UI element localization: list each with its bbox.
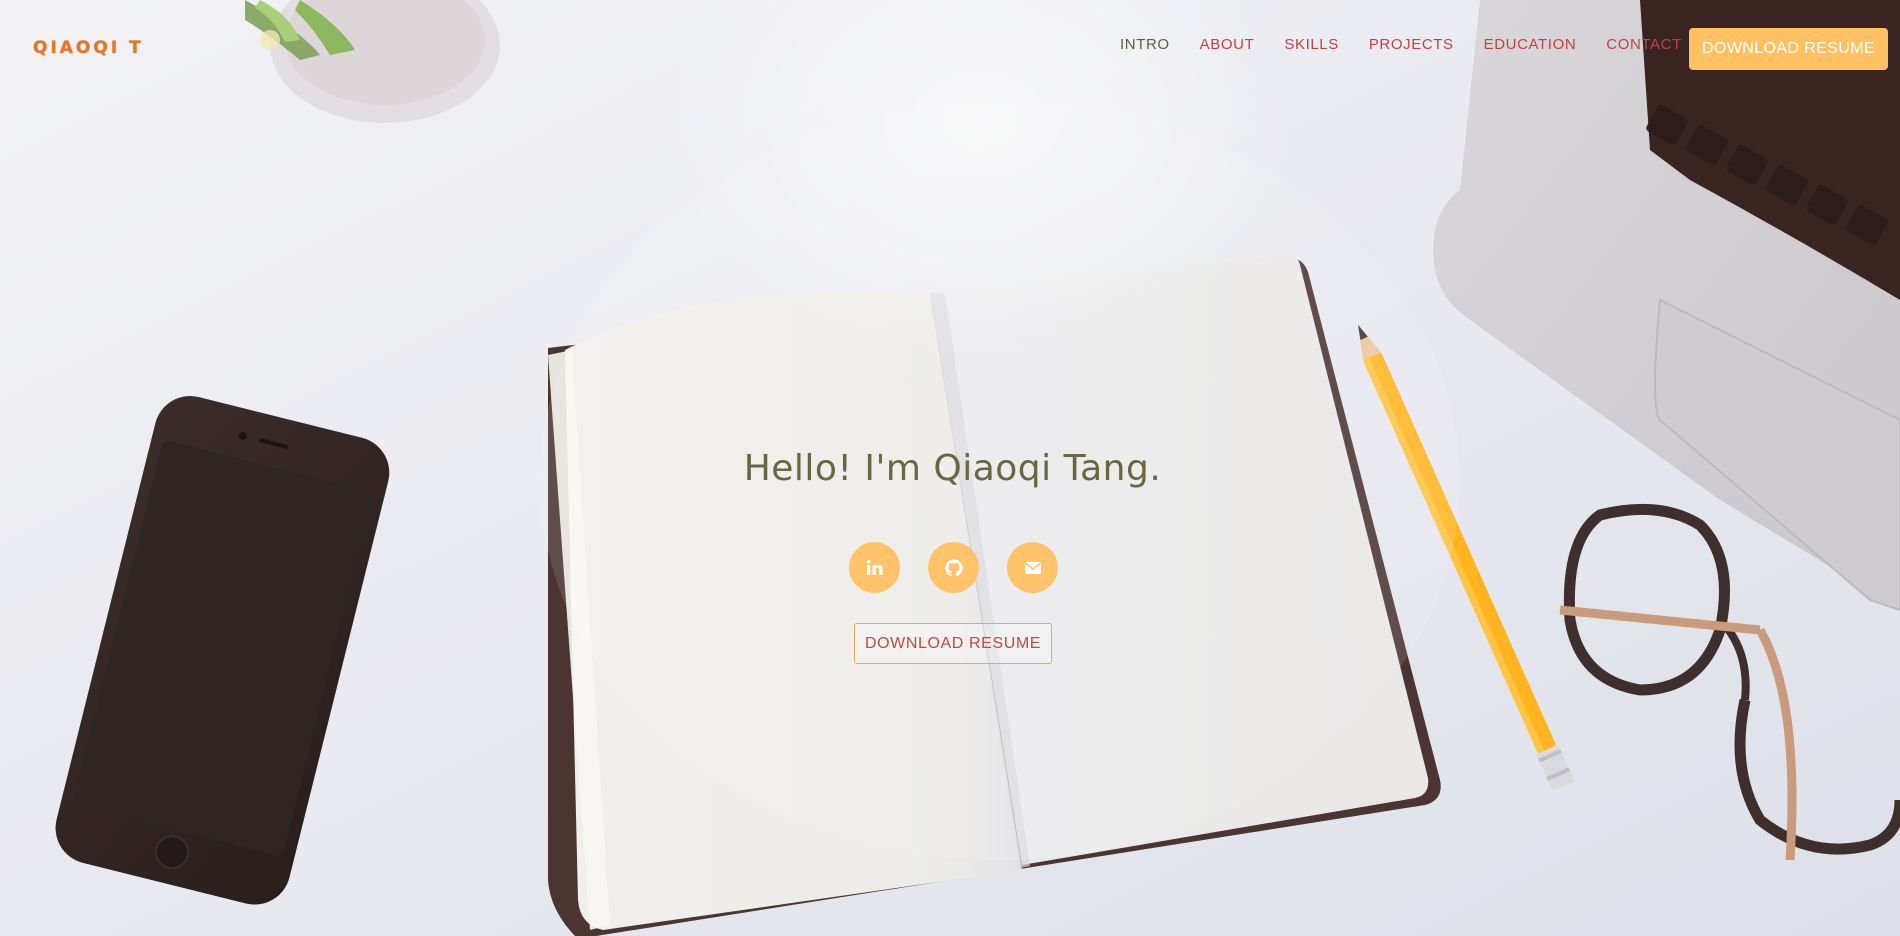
github-button[interactable] [928, 542, 979, 593]
email-button[interactable] [1007, 542, 1058, 593]
nav-download-resume-button[interactable]: DOWNLOAD RESUME [1689, 28, 1888, 70]
hero-download-resume-button[interactable]: DOWNLOAD RESUME [854, 623, 1052, 664]
linkedin-icon [866, 559, 882, 575]
main-nav: INTRO ABOUT SKILLS PROJECTS EDUCATION CO… [1120, 36, 1712, 53]
hero-section: QIAOQI T INTRO ABOUT SKILLS PROJECTS EDU… [0, 0, 1900, 936]
social-links [849, 542, 1086, 593]
email-icon [1024, 561, 1041, 574]
linkedin-button[interactable] [849, 542, 900, 593]
github-icon [944, 558, 963, 576]
site-logo[interactable]: QIAOQI T [33, 38, 144, 58]
nav-item-about[interactable]: ABOUT [1200, 36, 1255, 53]
nav-item-skills[interactable]: SKILLS [1284, 36, 1338, 53]
nav-item-contact[interactable]: CONTACT [1606, 36, 1682, 53]
hero-headline: Hello! I'm Qiaoqi Tang. [743, 448, 1162, 489]
nav-item-intro[interactable]: INTRO [1120, 36, 1170, 53]
nav-item-projects[interactable]: PROJECTS [1369, 36, 1454, 53]
nav-item-education[interactable]: EDUCATION [1484, 36, 1577, 53]
